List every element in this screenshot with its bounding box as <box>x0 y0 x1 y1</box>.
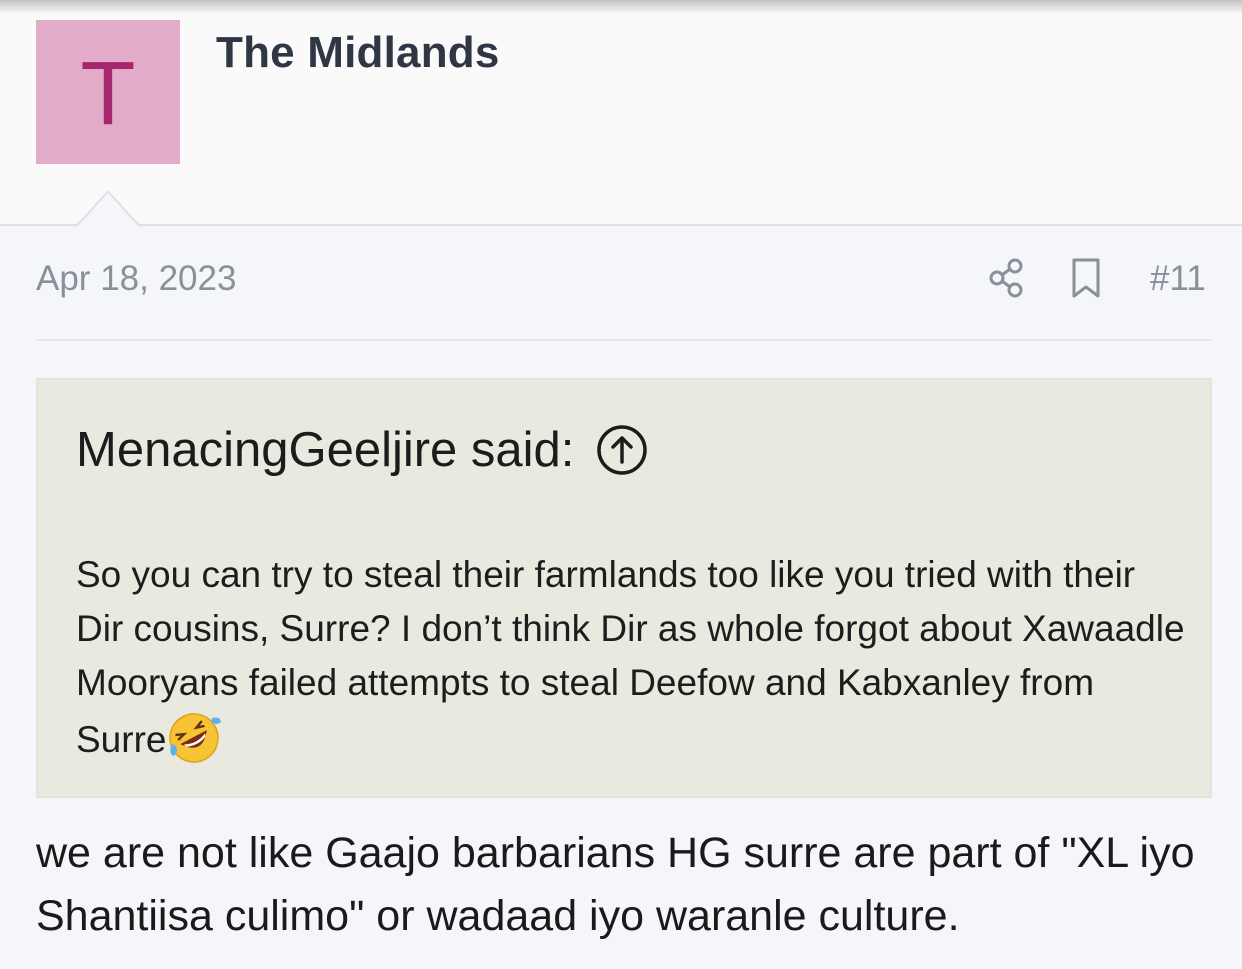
quote-author-said[interactable]: MenacingGeeljire said: <box>76 422 574 478</box>
quote-attribution[interactable]: MenacingGeeljire said: <box>76 422 648 478</box>
bookmark-icon <box>1072 258 1100 298</box>
post-date[interactable]: Apr 18, 2023 <box>36 259 236 299</box>
quote-text: So you can try to steal their farmlands … <box>76 548 1186 767</box>
post-body: we are not like Gaajo barbarians HG surr… <box>36 829 1195 940</box>
quote-text-content: So you can try to steal their farmlands … <box>76 554 1185 760</box>
avatar-letter: T <box>80 44 136 144</box>
header-pointer-fill <box>78 193 138 226</box>
quote-block: MenacingGeeljire said: So you can try to… <box>36 378 1212 798</box>
share-button[interactable] <box>986 256 1028 300</box>
arrow-up-circle-icon[interactable] <box>596 424 648 476</box>
share-icon <box>989 258 1023 298</box>
top-shadow <box>0 0 1242 14</box>
rolling-laughing-emoji-icon <box>169 713 222 763</box>
username-link[interactable]: The Midlands <box>216 28 500 78</box>
bookmark-button[interactable] <box>1068 256 1106 300</box>
avatar[interactable]: T <box>36 20 180 164</box>
user-header: T The Midlands <box>0 0 1242 226</box>
post-divider <box>36 339 1212 341</box>
post-number-link[interactable]: #11 <box>1150 259 1206 299</box>
